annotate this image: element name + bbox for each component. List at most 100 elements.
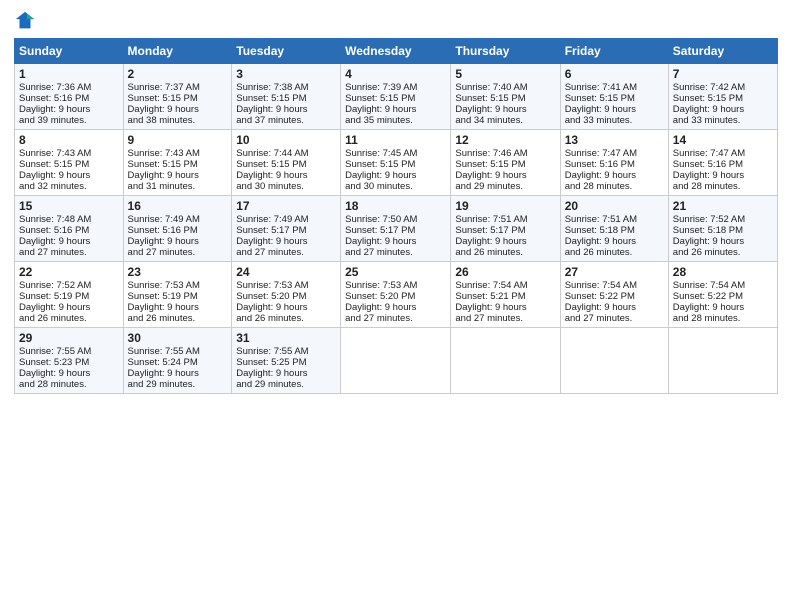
day-info-line: Sunrise: 7:55 AM: [128, 346, 228, 357]
day-info-line: Sunrise: 7:55 AM: [19, 346, 119, 357]
day-info-line: and 33 minutes.: [565, 115, 664, 126]
day-number: 16: [128, 199, 228, 213]
day-info-line: Sunrise: 7:48 AM: [19, 214, 119, 225]
calendar-cell: 4Sunrise: 7:39 AMSunset: 5:15 PMDaylight…: [341, 64, 451, 130]
day-info-line: Daylight: 9 hours: [673, 236, 773, 247]
day-info-line: Sunset: 5:15 PM: [455, 93, 555, 104]
day-info-line: Daylight: 9 hours: [565, 104, 664, 115]
day-number: 28: [673, 265, 773, 279]
day-info-line: Sunrise: 7:47 AM: [565, 148, 664, 159]
day-info-line: Sunset: 5:18 PM: [673, 225, 773, 236]
day-number: 17: [236, 199, 336, 213]
day-info-line: Sunrise: 7:49 AM: [128, 214, 228, 225]
calendar-cell: 10Sunrise: 7:44 AMSunset: 5:15 PMDayligh…: [232, 130, 341, 196]
day-info-line: Sunrise: 7:42 AM: [673, 82, 773, 93]
day-number: 5: [455, 67, 555, 81]
calendar-cell: 31Sunrise: 7:55 AMSunset: 5:25 PMDayligh…: [232, 328, 341, 394]
day-info-line: Sunset: 5:20 PM: [236, 291, 336, 302]
day-info-line: Sunset: 5:15 PM: [455, 159, 555, 170]
dow-header: Wednesday: [341, 39, 451, 64]
calendar-cell: 8Sunrise: 7:43 AMSunset: 5:15 PMDaylight…: [15, 130, 124, 196]
day-info-line: Sunrise: 7:55 AM: [236, 346, 336, 357]
calendar-table: SundayMondayTuesdayWednesdayThursdayFrid…: [14, 38, 778, 394]
day-info-line: Sunrise: 7:40 AM: [455, 82, 555, 93]
dow-header: Thursday: [451, 39, 560, 64]
day-info-line: Sunset: 5:15 PM: [673, 93, 773, 104]
day-info-line: Sunset: 5:16 PM: [565, 159, 664, 170]
logo-icon: [14, 10, 36, 32]
calendar-week-row: 8Sunrise: 7:43 AMSunset: 5:15 PMDaylight…: [15, 130, 778, 196]
dow-header: Saturday: [668, 39, 777, 64]
day-info-line: and 32 minutes.: [19, 181, 119, 192]
day-info-line: Sunset: 5:19 PM: [19, 291, 119, 302]
day-info-line: Sunrise: 7:49 AM: [236, 214, 336, 225]
day-info-line: Sunrise: 7:51 AM: [455, 214, 555, 225]
day-info-line: Sunrise: 7:53 AM: [128, 280, 228, 291]
day-info-line: Daylight: 9 hours: [236, 302, 336, 313]
calendar-cell: 16Sunrise: 7:49 AMSunset: 5:16 PMDayligh…: [123, 196, 232, 262]
day-info-line: and 29 minutes.: [236, 379, 336, 390]
day-info-line: Sunrise: 7:54 AM: [565, 280, 664, 291]
day-info-line: Daylight: 9 hours: [128, 302, 228, 313]
day-number: 31: [236, 331, 336, 345]
day-info-line: Sunset: 5:17 PM: [455, 225, 555, 236]
day-info-line: and 28 minutes.: [673, 313, 773, 324]
calendar-cell: 18Sunrise: 7:50 AMSunset: 5:17 PMDayligh…: [341, 196, 451, 262]
day-info-line: Daylight: 9 hours: [19, 104, 119, 115]
day-info-line: Daylight: 9 hours: [565, 302, 664, 313]
day-info-line: Daylight: 9 hours: [128, 104, 228, 115]
day-number: 3: [236, 67, 336, 81]
calendar-cell: 14Sunrise: 7:47 AMSunset: 5:16 PMDayligh…: [668, 130, 777, 196]
day-info-line: Sunrise: 7:52 AM: [19, 280, 119, 291]
day-number: 10: [236, 133, 336, 147]
day-info-line: Daylight: 9 hours: [345, 104, 446, 115]
calendar-cell: 3Sunrise: 7:38 AMSunset: 5:15 PMDaylight…: [232, 64, 341, 130]
day-info-line: Sunset: 5:24 PM: [128, 357, 228, 368]
day-info-line: Daylight: 9 hours: [345, 302, 446, 313]
calendar-cell: 22Sunrise: 7:52 AMSunset: 5:19 PMDayligh…: [15, 262, 124, 328]
day-info-line: and 39 minutes.: [19, 115, 119, 126]
day-number: 7: [673, 67, 773, 81]
day-number: 4: [345, 67, 446, 81]
day-info-line: and 27 minutes.: [345, 247, 446, 258]
day-info-line: Sunset: 5:19 PM: [128, 291, 228, 302]
day-info-line: and 27 minutes.: [236, 247, 336, 258]
day-info-line: and 26 minutes.: [565, 247, 664, 258]
day-number: 13: [565, 133, 664, 147]
day-info-line: Daylight: 9 hours: [19, 236, 119, 247]
day-info-line: Sunset: 5:15 PM: [345, 93, 446, 104]
day-info-line: Sunset: 5:17 PM: [236, 225, 336, 236]
day-number: 18: [345, 199, 446, 213]
day-number: 21: [673, 199, 773, 213]
calendar-cell: 12Sunrise: 7:46 AMSunset: 5:15 PMDayligh…: [451, 130, 560, 196]
day-info-line: Daylight: 9 hours: [565, 170, 664, 181]
day-info-line: Sunset: 5:22 PM: [673, 291, 773, 302]
day-info-line: Daylight: 9 hours: [236, 170, 336, 181]
day-number: 1: [19, 67, 119, 81]
dow-header: Sunday: [15, 39, 124, 64]
calendar-cell: 17Sunrise: 7:49 AMSunset: 5:17 PMDayligh…: [232, 196, 341, 262]
calendar-cell: [668, 328, 777, 394]
day-info-line: Sunrise: 7:53 AM: [236, 280, 336, 291]
calendar-cell: [341, 328, 451, 394]
day-info-line: Daylight: 9 hours: [345, 236, 446, 247]
calendar-week-row: 29Sunrise: 7:55 AMSunset: 5:23 PMDayligh…: [15, 328, 778, 394]
day-info-line: Daylight: 9 hours: [19, 368, 119, 379]
day-info-line: Daylight: 9 hours: [236, 104, 336, 115]
day-info-line: and 38 minutes.: [128, 115, 228, 126]
day-info-line: Daylight: 9 hours: [236, 368, 336, 379]
day-info-line: Sunrise: 7:41 AM: [565, 82, 664, 93]
day-info-line: Sunset: 5:17 PM: [345, 225, 446, 236]
day-info-line: and 27 minutes.: [345, 313, 446, 324]
day-info-line: Sunset: 5:21 PM: [455, 291, 555, 302]
day-info-line: Sunset: 5:18 PM: [565, 225, 664, 236]
day-info-line: Sunset: 5:15 PM: [236, 159, 336, 170]
calendar-week-row: 1Sunrise: 7:36 AMSunset: 5:16 PMDaylight…: [15, 64, 778, 130]
day-info-line: and 37 minutes.: [236, 115, 336, 126]
calendar-body: 1Sunrise: 7:36 AMSunset: 5:16 PMDaylight…: [15, 64, 778, 394]
day-info-line: and 27 minutes.: [455, 313, 555, 324]
day-info-line: and 29 minutes.: [455, 181, 555, 192]
day-info-line: Sunrise: 7:47 AM: [673, 148, 773, 159]
calendar-cell: [451, 328, 560, 394]
day-info-line: and 26 minutes.: [673, 247, 773, 258]
